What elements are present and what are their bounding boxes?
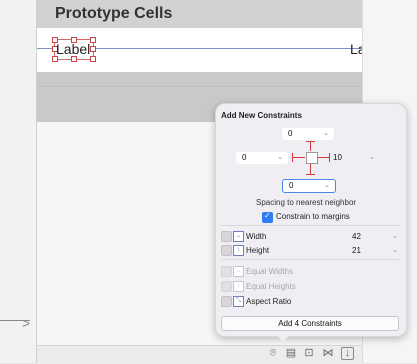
height-icon: ↕ [233, 245, 244, 256]
bottom-strut[interactable] [310, 164, 311, 174]
chevron-down-icon: ⌄ [369, 154, 375, 161]
add-constraints-button[interactable]: Add 4 Constraints [221, 316, 399, 331]
width-label: Width [246, 232, 267, 241]
equal-widths-label: Equal Widths [246, 267, 294, 276]
top-spacing-value: 0 [288, 129, 293, 138]
left-strut[interactable] [292, 157, 305, 158]
popover-title: Add New Constraints [221, 111, 302, 120]
chevron-down-icon: ⌄ [323, 130, 329, 137]
aspect-ratio-icon: ⤡ [233, 296, 244, 307]
chevron-down-icon: ⌄ [324, 182, 330, 189]
resize-handle[interactable] [90, 46, 96, 52]
divider [221, 259, 399, 260]
table-separator [37, 86, 362, 87]
chevron-down-icon: ⌄ [392, 247, 398, 254]
left-gutter [0, 0, 37, 363]
cell-label-left[interactable]: Label [56, 41, 90, 57]
update-frames-icon[interactable]: ⌾ [266, 346, 280, 360]
equal-widths-icon: ↔ [233, 266, 244, 277]
top-spacing-field[interactable]: 0 ⌄ [282, 128, 334, 140]
left-spacing-value: 0 [242, 153, 247, 162]
resize-handle[interactable] [90, 37, 96, 43]
equal-heights-icon: ↕ [233, 281, 244, 292]
aspect-ratio-checkbox[interactable] [221, 296, 232, 307]
entry-point-arrow-icon: > [22, 315, 31, 331]
equal-heights-checkbox[interactable] [221, 281, 232, 292]
height-value: 21 [352, 246, 361, 255]
height-value-field[interactable]: 21 ⌄ [350, 245, 398, 257]
top-strut-cap [306, 141, 315, 142]
resolve-issues-icon[interactable]: ⋈ [321, 346, 335, 360]
left-strut-cap [292, 153, 293, 162]
left-spacing-field[interactable]: 0 ⌄ [236, 152, 288, 164]
divider [221, 225, 399, 226]
align-icon[interactable]: ▤ [284, 346, 298, 360]
section-title: Prototype Cells [55, 5, 173, 22]
chevron-down-icon: ⌄ [277, 154, 283, 161]
bottom-strut-cap [306, 174, 315, 175]
aspect-ratio-label: Aspect Ratio [246, 297, 292, 306]
spacing-caption: Spacing to nearest neighbor [256, 198, 357, 207]
embed-in-icon[interactable]: ↓ [341, 347, 354, 360]
equal-widths-checkbox[interactable] [221, 266, 232, 277]
constrain-to-margins-checkbox[interactable] [262, 211, 273, 223]
height-label: Height [246, 246, 270, 255]
height-checkbox[interactable] [221, 245, 232, 256]
width-value-field[interactable]: 42 ⌄ [350, 231, 398, 243]
width-icon: ↔ [233, 231, 244, 242]
equal-heights-label: Equal Heights [246, 282, 296, 291]
right-spacing-value: 10 [333, 153, 342, 162]
bottom-spacing-field[interactable]: 0 ⌄ [282, 179, 336, 193]
resize-handle[interactable] [90, 56, 96, 62]
bottom-spacing-value: 0 [289, 181, 294, 190]
popover-arrow [275, 333, 291, 342]
right-spacing-field[interactable]: 10 ⌄ [326, 152, 380, 164]
width-checkbox[interactable] [221, 231, 232, 242]
chevron-down-icon: ⌄ [392, 233, 398, 240]
top-strut[interactable] [310, 141, 311, 151]
constrain-to-margins-label: Constrain to margins [276, 212, 350, 221]
view-center-square [306, 152, 318, 164]
add-constraints-icon[interactable]: ⊡ [302, 346, 316, 360]
width-value: 42 [352, 232, 361, 241]
